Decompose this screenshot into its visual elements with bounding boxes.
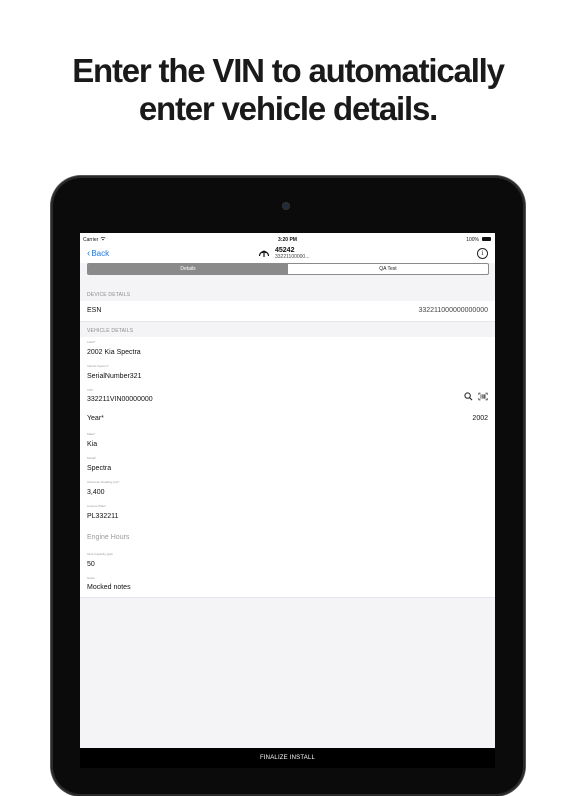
- headline: Enter the VIN to automatically enter veh…: [0, 52, 576, 128]
- vin-value: 332211VIN00000000: [87, 396, 153, 403]
- serial-value: SerialNumber321: [87, 373, 142, 380]
- status-time: 3:20 PM: [278, 237, 297, 243]
- engine-hours-field[interactable]: Engine Hours: [80, 525, 495, 550]
- model-caption: Model*: [87, 456, 97, 460]
- search-icon[interactable]: [464, 392, 473, 401]
- odometer-value: 3,400: [87, 489, 105, 496]
- year-value: 2002: [472, 415, 488, 422]
- serial-field[interactable]: Vehicle System* SerialNumber321: [80, 361, 495, 386]
- license-plate-value: PL332211: [87, 513, 119, 520]
- device-details-header: DEVICE DETAILS: [80, 289, 495, 301]
- license-plate-field[interactable]: License Plate* PL332211: [80, 501, 495, 526]
- device-details-title: DEVICE DETAILS: [87, 292, 131, 298]
- year-field[interactable]: Year* 2002: [80, 409, 495, 430]
- serial-caption: Vehicle System*: [87, 364, 109, 368]
- vin-caption: VIN*: [87, 388, 94, 392]
- info-icon[interactable]: i: [477, 248, 488, 259]
- engine-hours-placeholder: Engine Hours: [87, 534, 130, 541]
- tank-capacity-value: 50: [87, 561, 95, 568]
- back-label: Back: [91, 249, 110, 258]
- make-field[interactable]: Make* Kia: [80, 429, 495, 454]
- segmented-control: Details QA Test: [87, 263, 489, 275]
- app-screen: Carrier 3:20 PM 100% ‹Back 45242 3322110…: [80, 233, 495, 768]
- nav-bar: ‹Back 45242 33221100000... i: [80, 245, 495, 263]
- device-subtitle: 33221100000...: [275, 254, 310, 260]
- odometer-field[interactable]: Odometer Reading (mi)* 3,400: [80, 477, 495, 502]
- headline-line-1: Enter the VIN to automatically: [72, 52, 505, 89]
- label-field[interactable]: Label* 2002 Kia Spectra: [80, 337, 495, 362]
- label-caption: Label*: [87, 340, 96, 344]
- esn-row[interactable]: ESN 332211000000000000: [80, 301, 495, 322]
- label-value: 2002 Kia Spectra: [87, 349, 141, 356]
- esn-value: 332211000000000000: [418, 307, 488, 314]
- esn-label: ESN: [87, 307, 102, 314]
- tab-details[interactable]: Details: [88, 264, 288, 274]
- license-plate-caption: License Plate*: [87, 504, 107, 508]
- camera-dot: [283, 203, 289, 209]
- finalize-install-button[interactable]: FINALIZE INSTALL: [80, 748, 495, 768]
- model-value: Spectra: [87, 465, 112, 472]
- barcode-scan-icon[interactable]: [478, 392, 488, 401]
- make-caption: Make*: [87, 432, 96, 436]
- battery-percent: 100%: [466, 237, 479, 243]
- notes-caption: Notes: [87, 576, 95, 580]
- headline-line-2: enter vehicle details.: [138, 90, 438, 127]
- model-field[interactable]: Model* Spectra: [80, 453, 495, 478]
- make-value: Kia: [87, 441, 98, 448]
- notes-value: Mocked notes: [87, 584, 131, 591]
- device-title: 45242 33221100000...: [258, 246, 338, 262]
- battery-icon: [482, 237, 491, 241]
- vehicle-details-header: VEHICLE DETAILS: [80, 325, 495, 337]
- status-bar: Carrier 3:20 PM 100%: [80, 233, 495, 245]
- year-label: Year*: [87, 415, 104, 422]
- tab-qa-test[interactable]: QA Test: [288, 264, 488, 274]
- tank-capacity-caption: Tank Capacity (gal): [87, 552, 113, 556]
- vin-field[interactable]: VIN* 332211VIN00000000: [80, 385, 495, 410]
- gauge-icon: [258, 250, 270, 257]
- chevron-left-icon: ‹: [87, 248, 91, 259]
- notes-field[interactable]: Notes Mocked notes: [80, 573, 495, 598]
- vehicle-details-title: VEHICLE DETAILS: [87, 328, 134, 334]
- vin-actions: [464, 392, 488, 402]
- odometer-caption: Odometer Reading (mi)*: [87, 480, 120, 484]
- tank-capacity-field[interactable]: Tank Capacity (gal) 50: [80, 549, 495, 574]
- back-button[interactable]: ‹Back: [87, 248, 109, 260]
